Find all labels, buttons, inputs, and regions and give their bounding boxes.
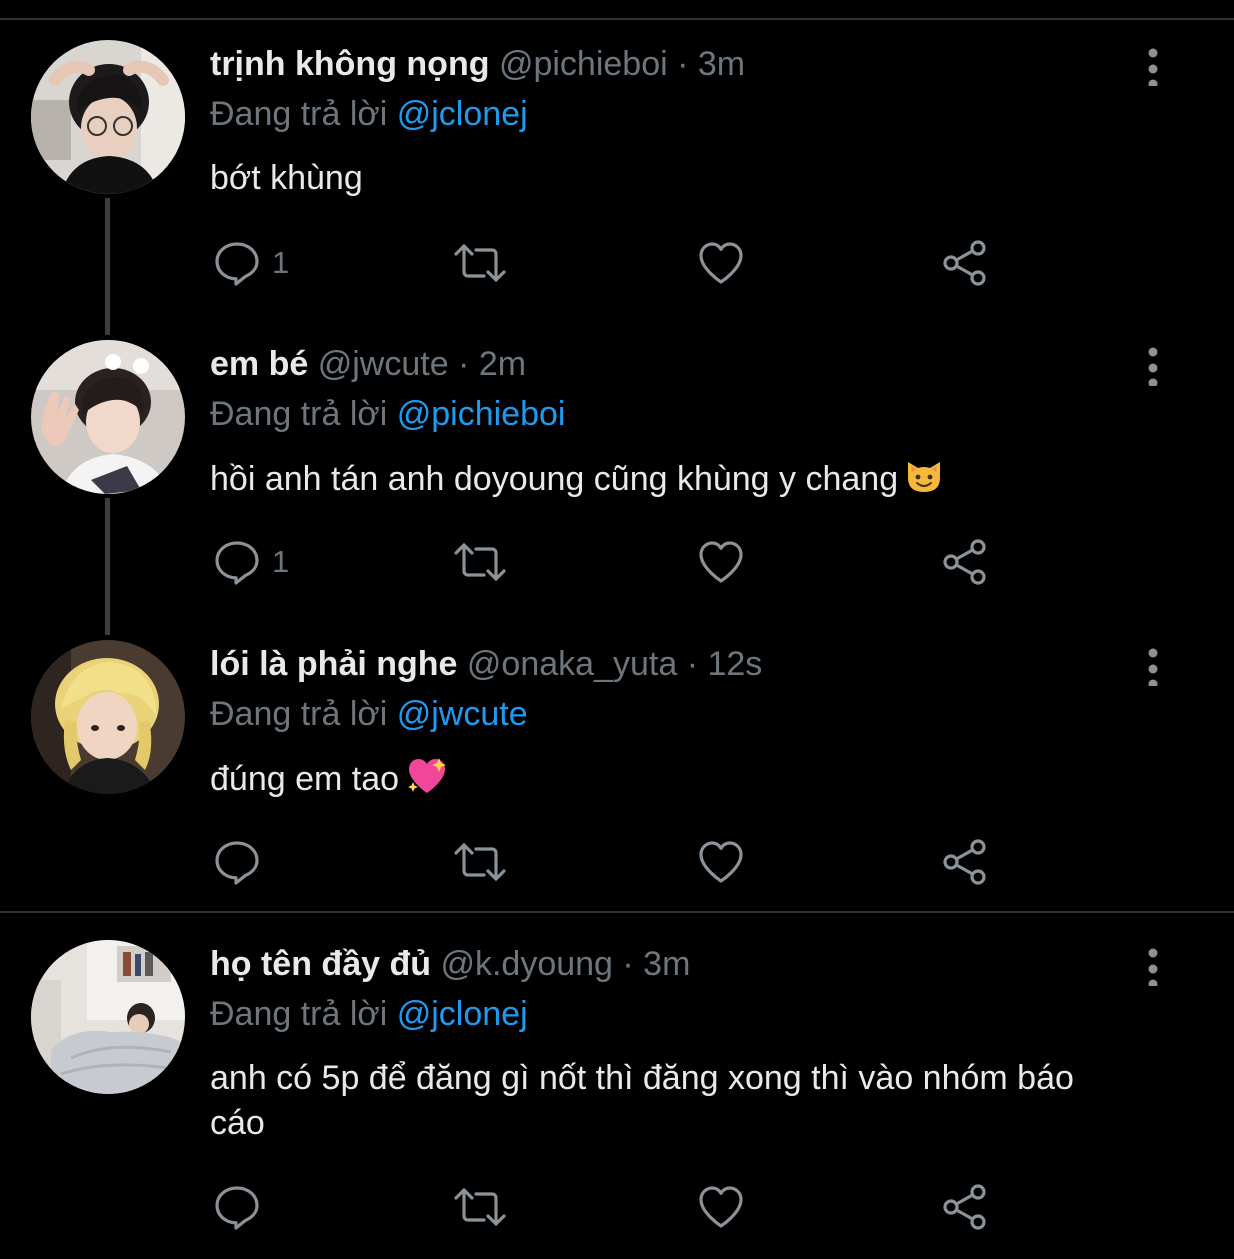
more-vertical-icon[interactable] (1136, 944, 1170, 989)
replying-to: Đang trả lời @pichieboi (210, 394, 565, 434)
tweet-header: em bé @jwcute · 2m (210, 344, 526, 384)
action-bar (210, 1182, 1030, 1232)
replying-to-prefix: Đang trả lời (210, 695, 388, 733)
mention-link[interactable]: @jclonej (397, 95, 528, 133)
display-name[interactable]: họ tên đầy đủ (210, 945, 431, 983)
tweet-1[interactable]: trịnh không nọng @pichieboi · 3m Đang tr… (0, 40, 1234, 300)
reply-button[interactable] (212, 1182, 262, 1232)
mention-link[interactable]: @pichieboi (397, 395, 566, 433)
reply-button[interactable]: 1 (212, 238, 289, 288)
handle-and-time[interactable]: @jwcute · 2m (318, 345, 526, 383)
mention-link[interactable]: @jclonej (397, 995, 528, 1033)
sparkling-heart-emoji (405, 756, 449, 808)
replying-to-prefix: Đang trả lời (210, 995, 388, 1033)
share-button[interactable] (940, 537, 990, 587)
like-button[interactable] (696, 537, 746, 587)
avatar[interactable] (31, 640, 185, 794)
display-name[interactable]: lói là phải nghe (210, 645, 457, 683)
replying-to-prefix: Đang trả lời (210, 95, 388, 133)
conversation-divider (0, 911, 1234, 913)
reply-count: 1 (272, 245, 290, 280)
tweet-text-content: bớt khùng (210, 159, 363, 197)
replying-to: Đang trả lời @jwcute (210, 694, 528, 734)
reply-icon (212, 1182, 262, 1232)
avatar[interactable] (31, 40, 185, 194)
tweet-text: đúng em tao (210, 756, 1140, 808)
retweet-icon (452, 1182, 508, 1232)
replying-to: Đang trả lời @jclonej (210, 94, 528, 134)
reply-button[interactable] (212, 837, 262, 887)
share-button[interactable] (940, 837, 990, 887)
tweet-text: hồi anh tán anh doyoung cũng khùng y cha… (210, 456, 1140, 508)
handle-and-time[interactable]: @onaka_yuta · 12s (467, 645, 762, 683)
replying-to-prefix: Đang trả lời (210, 395, 388, 433)
tweet-text-content: đúng em tao (210, 760, 400, 798)
share-button[interactable] (940, 1182, 990, 1232)
action-bar: 1 (210, 238, 1030, 288)
share-icon (940, 1182, 990, 1232)
more-vertical-icon[interactable] (1136, 44, 1170, 89)
tweet-text: anh có 5p để đăng gì nốt thì đăng xong t… (210, 1056, 1110, 1146)
like-button[interactable] (696, 238, 746, 288)
tweet-text: bớt khùng (210, 156, 1140, 201)
retweet-button[interactable] (452, 1182, 508, 1232)
tweet-3[interactable]: lói là phải nghe @onaka_yuta · 12s Đang … (0, 640, 1234, 900)
replying-to: Đang trả lời @jclonej (210, 994, 528, 1034)
reply-count: 1 (272, 544, 290, 579)
retweet-icon (452, 837, 508, 887)
like-icon (696, 1182, 746, 1232)
retweet-icon (452, 537, 508, 587)
share-button[interactable] (940, 238, 990, 288)
more-vertical-icon[interactable] (1136, 344, 1170, 388)
tweet-4[interactable]: họ tên đầy đủ @k.dyoung · 3m Đang trả lờ… (0, 940, 1234, 1240)
action-bar: 1 (210, 537, 1030, 587)
display-name[interactable]: trịnh không nọng (210, 45, 490, 83)
like-icon (696, 537, 746, 587)
tweet-header: trịnh không nọng @pichieboi · 3m (210, 44, 745, 84)
avatar[interactable] (31, 340, 185, 494)
tweet-header: họ tên đầy đủ @k.dyoung · 3m (210, 944, 690, 984)
smiling-cat-emoji (904, 456, 944, 508)
action-bar (210, 837, 1030, 887)
mention-link[interactable]: @jwcute (397, 695, 528, 733)
retweet-button[interactable] (452, 537, 508, 587)
avatar[interactable] (31, 940, 185, 1094)
handle-and-time[interactable]: @k.dyoung · 3m (440, 945, 690, 983)
reply-icon (212, 238, 262, 288)
share-icon (940, 537, 990, 587)
top-divider (0, 18, 1234, 20)
handle-and-time[interactable]: @pichieboi · 3m (499, 45, 745, 83)
reply-icon (212, 537, 262, 587)
tweet-2[interactable]: em bé @jwcute · 2m Đang trả lời @pichieb… (0, 340, 1234, 600)
tweet-text-content: hồi anh tán anh doyoung cũng khùng y cha… (210, 460, 899, 498)
share-icon (940, 837, 990, 887)
like-button[interactable] (696, 1182, 746, 1232)
retweet-button[interactable] (452, 837, 508, 887)
like-icon (696, 238, 746, 288)
like-icon (696, 837, 746, 887)
more-vertical-icon[interactable] (1136, 644, 1170, 689)
share-icon (940, 238, 990, 288)
reply-button[interactable]: 1 (212, 537, 289, 587)
retweet-icon (452, 238, 508, 288)
retweet-button[interactable] (452, 238, 508, 288)
display-name[interactable]: em bé (210, 345, 308, 383)
tweet-text-content: anh có 5p để đăng gì nốt thì đăng xong t… (210, 1059, 1074, 1142)
tweet-header: lói là phải nghe @onaka_yuta · 12s (210, 644, 762, 684)
reply-icon (212, 837, 262, 887)
like-button[interactable] (696, 837, 746, 887)
